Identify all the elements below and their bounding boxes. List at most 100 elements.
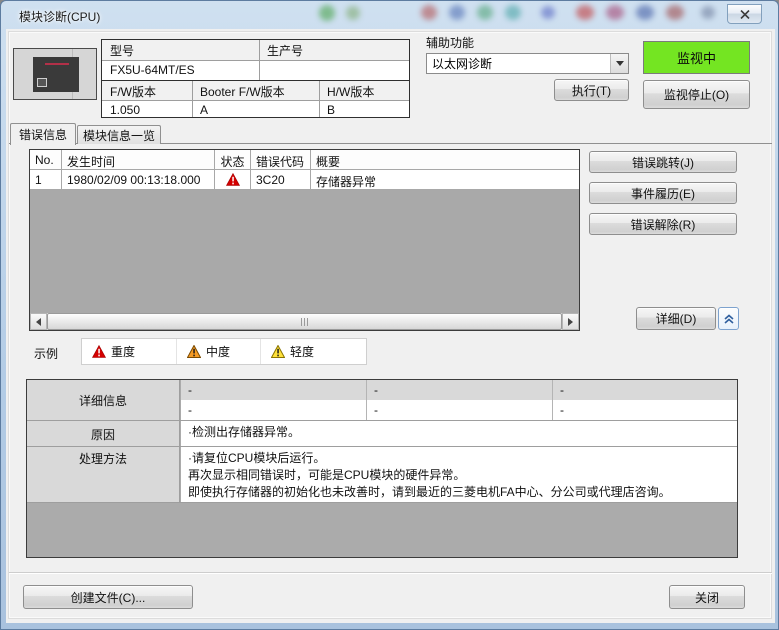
detail-info-cell: - xyxy=(553,400,737,420)
aux-function-select[interactable]: 以太网诊断 xyxy=(426,53,629,74)
col-header-time: 发生时间 xyxy=(62,150,215,170)
execute-button[interactable]: 执行(T) xyxy=(554,79,629,101)
detail-info-cell: - xyxy=(181,400,367,420)
error-row-summary: 存储器异常 xyxy=(311,170,579,190)
divider xyxy=(102,100,409,101)
action-line: ·请复位CPU模块后运行。 xyxy=(188,450,737,467)
chevron-double-up-icon xyxy=(723,313,735,325)
error-table-row[interactable]: 1 1980/02/09 00:13:18.000 3C20 存储器异常 xyxy=(30,170,579,190)
col-header-summary: 概要 xyxy=(311,150,579,170)
cause-text: ·检测出存储器异常。 xyxy=(181,421,737,446)
severity-legend: 重度 中度 轻度 xyxy=(81,338,367,365)
collapse-detail-button[interactable] xyxy=(718,307,739,330)
severe-warning-icon xyxy=(215,170,251,190)
model-value: FX5U-64MT/ES xyxy=(102,61,259,80)
detail-info-cell: - xyxy=(367,380,553,400)
legend-moderate-label: 中度 xyxy=(206,343,230,360)
detail-info-cell: - xyxy=(367,400,553,420)
fw-value: 1.050 xyxy=(102,101,192,117)
titlebar-glass-blob xyxy=(421,5,437,20)
aux-function-label: 辅助功能 xyxy=(426,34,474,51)
col-header-status: 状态 xyxy=(215,150,251,170)
cause-label: 原因 xyxy=(27,426,179,443)
module-info-table: 型号 生产号 FX5U-64MT/ES F/W版本 Booter F/W版本 H… xyxy=(101,39,410,118)
tab-error-info[interactable]: 错误信息 xyxy=(10,123,76,145)
moderate-warning-icon xyxy=(187,345,201,358)
arrow-left-icon xyxy=(36,318,41,326)
titlebar-glass-blob xyxy=(636,5,654,20)
action-text: ·请复位CPU模块后运行。 再次显示相同错误时，可能是CPU模块的硬件异常。 即… xyxy=(181,447,737,502)
plc-red-stripe xyxy=(45,63,69,65)
titlebar-glass-blob xyxy=(606,5,624,20)
col-header-no: No. xyxy=(30,150,62,170)
error-jump-button[interactable]: 错误跳转(J) xyxy=(589,151,737,173)
thumb-grip xyxy=(301,318,302,326)
create-file-button[interactable]: 创建文件(C)... xyxy=(23,585,193,609)
minor-warning-icon xyxy=(271,345,285,358)
plc-port-icon xyxy=(37,78,47,87)
divider xyxy=(319,81,320,117)
detail-info-row1: - - - xyxy=(181,380,737,400)
titlebar-glass-blob xyxy=(477,5,493,20)
legend-minor-label: 轻度 xyxy=(290,343,314,360)
divider xyxy=(192,81,193,117)
booter-value: A xyxy=(192,101,319,117)
titlebar-glass-blob xyxy=(666,5,684,20)
error-row-time: 1980/02/09 00:13:18.000 xyxy=(62,170,215,190)
monitor-stop-button[interactable]: 监视停止(O) xyxy=(643,80,750,109)
dialog-client: 型号 生产号 FX5U-64MT/ES F/W版本 Booter F/W版本 H… xyxy=(6,29,775,623)
divider xyxy=(102,60,409,61)
error-table: No. 发生时间 状态 错误代码 概要 1 1980/02/09 00:13:1… xyxy=(29,149,580,331)
event-history-button[interactable]: 事件履历(E) xyxy=(589,182,737,204)
detail-info-cell: - xyxy=(181,380,367,400)
action-line: 再次显示相同错误时，可能是CPU模块的硬件异常。 xyxy=(188,467,737,484)
divider xyxy=(259,40,260,80)
aux-function-selected: 以太网诊断 xyxy=(427,55,610,72)
detail-info-row2: - - - xyxy=(181,400,737,420)
detail-info-cell: - xyxy=(553,380,737,400)
error-row-code: 3C20 xyxy=(251,170,311,190)
scroll-right-button[interactable] xyxy=(562,313,579,330)
error-clear-button[interactable]: 错误解除(R) xyxy=(589,213,737,235)
titlebar-glass-blob xyxy=(346,6,360,20)
fw-header: F/W版本 xyxy=(102,81,192,100)
tab-module-info-list[interactable]: 模块信息一览 xyxy=(77,125,161,144)
chevron-down-icon xyxy=(616,61,624,66)
detail-info-label: 详细信息 xyxy=(27,392,179,409)
divider xyxy=(27,502,737,503)
titlebar-glass-blob xyxy=(576,5,594,20)
legend-item-minor: 轻度 xyxy=(260,339,324,364)
error-row-no: 1 xyxy=(30,170,62,190)
close-icon xyxy=(740,10,750,19)
scrollbar-thumb[interactable] xyxy=(47,313,562,330)
col-header-code: 错误代码 xyxy=(251,150,311,170)
action-line: 即使执行存储器的初始化也未改善时，请到最近的三菱电机FA中心、分公司或代理店咨询… xyxy=(188,484,737,501)
footer-separator xyxy=(9,572,772,574)
monitoring-status-badge: 监视中 xyxy=(643,41,750,74)
serial-header: 生产号 xyxy=(259,40,409,60)
module-diagnostics-dialog: 模块诊断(CPU) 型号 生产号 FX5U-64MT/ES xyxy=(0,0,779,630)
plc-module-image xyxy=(13,48,97,100)
hw-value: B xyxy=(319,101,409,117)
legend-severe-label: 重度 xyxy=(111,343,135,360)
model-header: 型号 xyxy=(102,40,259,60)
legend-label: 示例 xyxy=(34,345,58,362)
plc-unit-shape xyxy=(33,57,79,92)
detail-button[interactable]: 详细(D) xyxy=(636,307,716,330)
severe-warning-icon xyxy=(92,345,106,358)
scroll-left-button[interactable] xyxy=(30,313,47,330)
close-dialog-button[interactable]: 关闭 xyxy=(669,585,745,609)
error-table-header-row: No. 发生时间 状态 错误代码 概要 xyxy=(30,150,579,170)
legend-item-severe: 重度 xyxy=(82,339,176,364)
thumb-grip xyxy=(304,318,305,326)
action-label: 处理方法 xyxy=(27,450,179,467)
legend-item-moderate: 中度 xyxy=(176,339,260,364)
titlebar-glass-blob xyxy=(701,6,715,19)
booter-header: Booter F/W版本 xyxy=(192,81,319,100)
titlebar-glass-blob xyxy=(505,5,521,20)
arrow-right-icon xyxy=(568,318,573,326)
close-button[interactable] xyxy=(727,4,762,24)
combo-dropdown-button[interactable] xyxy=(610,54,628,73)
titlebar-glass-blob xyxy=(449,5,465,20)
horizontal-scrollbar[interactable] xyxy=(30,313,579,330)
